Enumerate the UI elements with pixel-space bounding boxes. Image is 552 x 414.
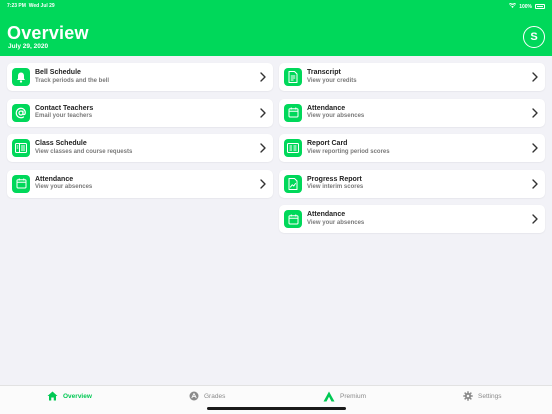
tab-premium[interactable]: Premium bbox=[323, 391, 366, 402]
schedule-icon bbox=[12, 139, 30, 157]
transcript-card[interactable]: Transcript View your credits bbox=[279, 63, 545, 91]
status-time: 7:23 PM bbox=[7, 3, 26, 9]
tab-settings[interactable]: Settings bbox=[463, 391, 502, 401]
chevron-right-icon bbox=[532, 72, 538, 82]
card-subtitle: View your credits bbox=[307, 77, 357, 84]
page-date: July 29, 2020 bbox=[8, 43, 49, 50]
avatar[interactable]: S bbox=[523, 26, 545, 48]
card-subtitle: View your absences bbox=[307, 219, 365, 226]
tab-label: Overview bbox=[63, 392, 92, 400]
card-subtitle: View your absences bbox=[35, 184, 93, 190]
card-title: Transcript bbox=[307, 69, 341, 76]
bell-schedule-card[interactable]: Bell Schedule Track periods and the bell bbox=[7, 63, 273, 91]
card-title: Attendance bbox=[307, 104, 346, 112]
chevron-right-icon bbox=[260, 178, 266, 189]
card-subtitle: View your absences bbox=[307, 113, 365, 119]
tab-grades[interactable]: Grades bbox=[189, 391, 225, 401]
card-title: Attendance bbox=[35, 175, 74, 183]
tab-label: Premium bbox=[340, 393, 367, 400]
report-card-card[interactable]: Report Card View reporting period scores bbox=[279, 134, 545, 162]
left-card-column: Bell Schedule Track periods and the bell… bbox=[7, 63, 273, 205]
right-card-column: Transcript View your credits Attendance … bbox=[279, 63, 545, 241]
home-indicator bbox=[207, 407, 346, 410]
card-subtitle: View interim scores bbox=[307, 184, 364, 190]
battery-icon bbox=[535, 4, 545, 9]
card-title: Progress Report bbox=[307, 175, 362, 183]
grades-icon bbox=[189, 391, 199, 401]
card-subtitle: Track periods and the bell bbox=[35, 77, 110, 84]
chevron-right-icon bbox=[260, 72, 266, 82]
status-indicators: 100% bbox=[509, 2, 545, 10]
report-card-icon bbox=[284, 139, 302, 157]
status-bar: 7:23 PM Wed Jul 29 100% bbox=[0, 0, 552, 11]
card-title: Bell Schedule bbox=[35, 69, 81, 76]
premium-icon bbox=[323, 391, 335, 402]
card-subtitle: View reporting period scores bbox=[307, 148, 390, 155]
gear-icon bbox=[463, 391, 473, 401]
header: 7:23 PM Wed Jul 29 100% Overview July 29… bbox=[0, 0, 552, 56]
calendar-icon bbox=[284, 210, 302, 228]
card-title: Class Schedule bbox=[35, 140, 87, 147]
tab-label: Settings bbox=[478, 392, 502, 400]
status-date: Wed Jul 29 bbox=[28, 3, 55, 9]
home-icon bbox=[47, 391, 58, 401]
chevron-right-icon bbox=[532, 178, 538, 189]
contact-teachers-card[interactable]: Contact Teachers Email your teachers bbox=[7, 98, 273, 127]
card-subtitle: Email your teachers bbox=[35, 113, 93, 119]
page-title: Overview bbox=[7, 23, 89, 43]
chevron-right-icon bbox=[532, 143, 538, 153]
tab-label: Grades bbox=[204, 392, 226, 400]
card-title: Attendance bbox=[307, 211, 346, 218]
wifi-icon bbox=[509, 2, 517, 10]
document-icon bbox=[284, 68, 302, 86]
attendance-card[interactable]: Attendance View your absences bbox=[279, 98, 545, 127]
chevron-right-icon bbox=[260, 143, 266, 153]
progress-report-icon bbox=[284, 174, 302, 193]
status-time-date: 7:23 PM Wed Jul 29 bbox=[7, 3, 55, 9]
chevron-right-icon bbox=[532, 214, 538, 224]
progress-report-card[interactable]: Progress Report View interim scores bbox=[279, 169, 545, 198]
card-title: Contact Teachers bbox=[35, 104, 94, 112]
attendance-card[interactable]: Attendance View your absences bbox=[7, 169, 273, 198]
chevron-right-icon bbox=[532, 107, 538, 118]
chevron-right-icon bbox=[260, 107, 266, 118]
card-subtitle: View classes and course requests bbox=[35, 148, 133, 155]
attendance-card[interactable]: Attendance View your absences bbox=[279, 205, 545, 233]
at-sign-icon bbox=[12, 103, 30, 122]
tab-overview[interactable]: Overview bbox=[47, 391, 92, 401]
bell-icon bbox=[12, 68, 30, 86]
class-schedule-card[interactable]: Class Schedule View classes and course r… bbox=[7, 134, 273, 162]
calendar-icon bbox=[12, 174, 30, 193]
card-title: Report Card bbox=[307, 140, 348, 147]
battery-percent: 100% bbox=[519, 3, 532, 10]
calendar-icon bbox=[284, 103, 302, 122]
